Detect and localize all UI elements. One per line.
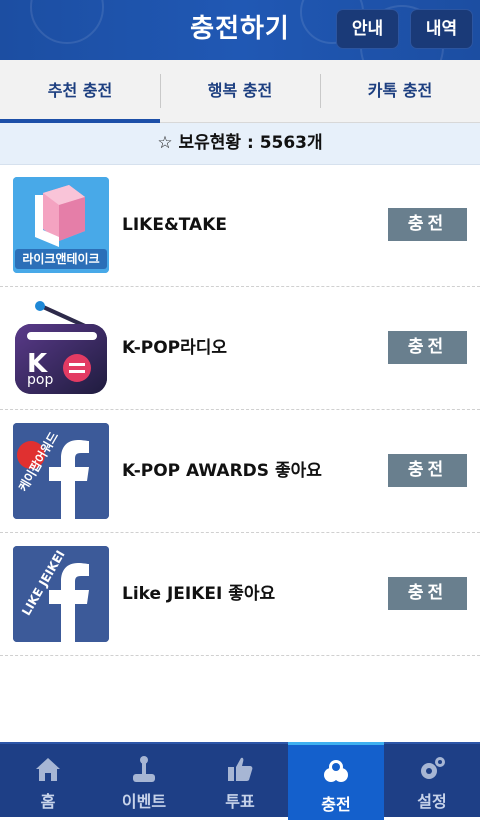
- list-item: LIKE JEIKEI Like JEIKEI 좋아요 충전: [0, 533, 480, 656]
- nav-event[interactable]: 이벤트: [96, 744, 192, 817]
- charge-button[interactable]: 충전: [388, 331, 467, 364]
- item-name: Like JEIKEI 좋아요: [122, 584, 276, 604]
- gear-icon: [421, 757, 445, 779]
- app-header: 충전하기 안내 내역: [0, 0, 480, 60]
- charge-tabs: 추천 충전 행복 충전 카톡 충전: [0, 60, 480, 123]
- list-item: K pop K-POP라디오 충전: [0, 287, 480, 410]
- nav-vote[interactable]: 투표: [192, 744, 288, 817]
- item-name: K-POP라디오: [122, 338, 228, 358]
- list-item: 라이크앤테이크 LIKE&TAKE 충전: [0, 164, 480, 287]
- page-title: 충전하기: [190, 14, 290, 44]
- charge-button[interactable]: 충전: [388, 208, 467, 241]
- holding-status: ☆ 보유현황 : 5563개: [0, 123, 480, 165]
- nav-label: 이벤트: [121, 792, 167, 811]
- logo-caption: 라이크앤테이크: [22, 252, 100, 266]
- item-name: LIKE&TAKE: [122, 215, 227, 235]
- tab-happy-charge[interactable]: 행복 충전: [160, 60, 320, 122]
- facebook-kpop-awards-logo: 케이팝어워드: [13, 423, 109, 519]
- list-item: 케이팝어워드 K-POP AWARDS 좋아요 충전: [0, 410, 480, 533]
- tab-kakaotalk-charge[interactable]: 카톡 충전: [320, 60, 480, 122]
- charge-button[interactable]: 충전: [388, 577, 467, 610]
- like-and-take-logo: 라이크앤테이크: [13, 177, 109, 273]
- nav-home[interactable]: 홈: [0, 744, 96, 817]
- charge-button[interactable]: 충전: [388, 454, 467, 487]
- logo-caption: pop: [27, 372, 54, 388]
- facebook-like-jeikei-logo: LIKE JEIKEI: [13, 546, 109, 642]
- nav-label: 설정: [417, 792, 447, 811]
- nav-label: 홈: [40, 792, 56, 811]
- nav-charge[interactable]: 충전: [288, 742, 384, 820]
- thumbs-up-icon: [228, 757, 253, 781]
- home-icon: [36, 758, 60, 781]
- tab-recommended-charge[interactable]: 추천 충전: [0, 60, 160, 122]
- history-button[interactable]: 내역: [410, 9, 473, 49]
- nav-label: 충전: [321, 795, 351, 814]
- charge-list: 라이크앤테이크 LIKE&TAKE 충전 K pop K-POP라디오 충전 케…: [0, 164, 480, 656]
- nav-label: 투표: [225, 792, 255, 811]
- coins-icon: [324, 760, 348, 782]
- kpop-radio-logo: K pop: [13, 300, 109, 396]
- bottom-nav: 홈 이벤트 투표 충전 설정: [0, 742, 480, 820]
- guide-button[interactable]: 안내: [336, 9, 399, 49]
- joystick-icon: [133, 756, 155, 782]
- nav-settings[interactable]: 설정: [384, 744, 480, 817]
- item-name: K-POP AWARDS 좋아요: [122, 461, 322, 481]
